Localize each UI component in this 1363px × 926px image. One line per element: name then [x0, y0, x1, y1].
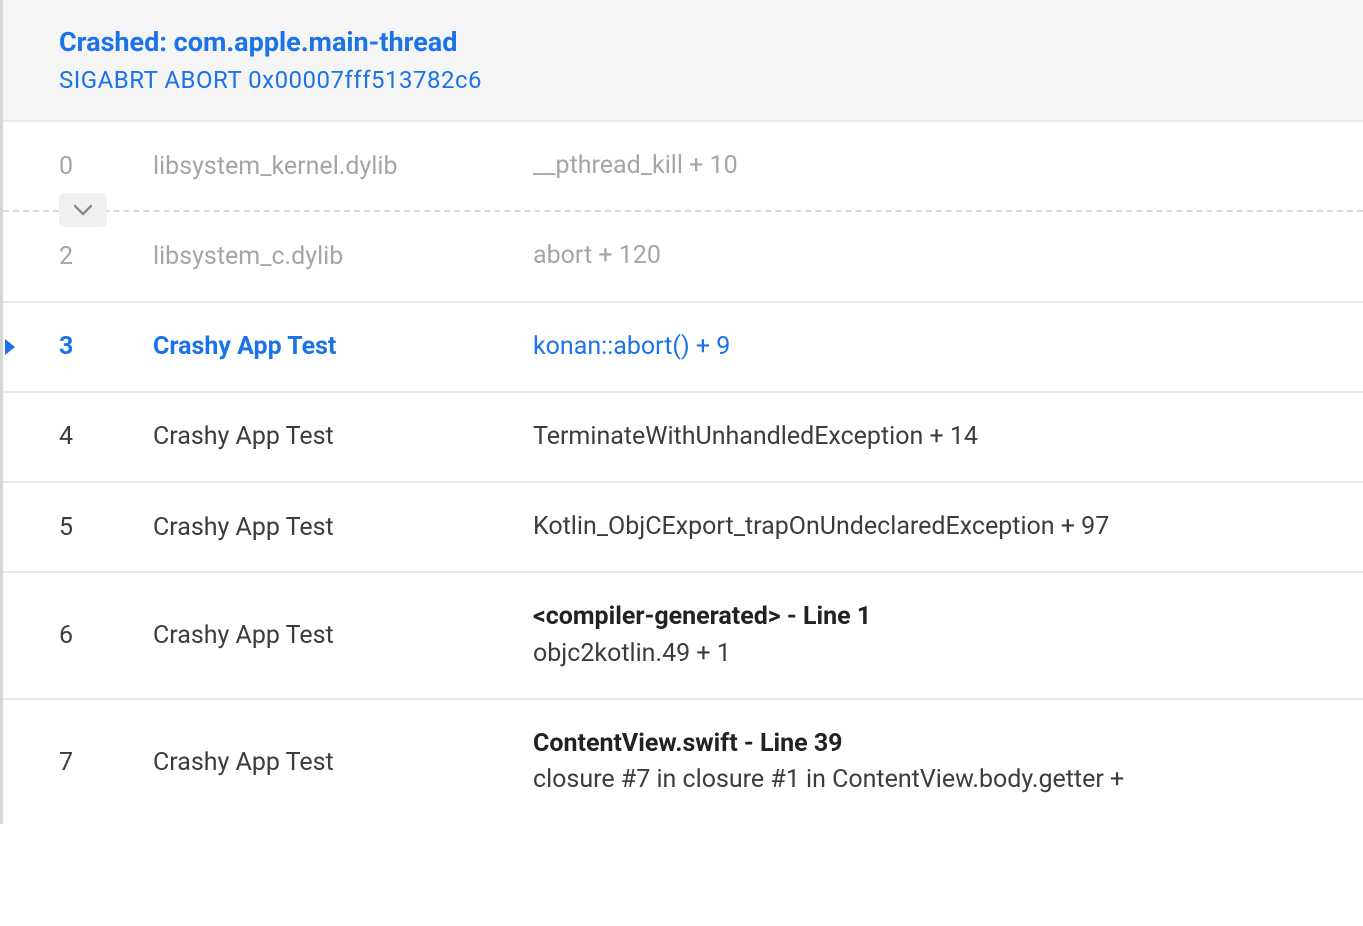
frame-index: 7	[23, 748, 153, 777]
stack-frame-row[interactable]: 7 Crashy App Test ContentView.swift - Li…	[3, 700, 1363, 825]
frame-index: 0	[23, 152, 153, 181]
frame-index: 4	[23, 422, 153, 451]
frame-symbol: __pthread_kill + 10	[533, 148, 1363, 184]
active-frame-caret-icon	[3, 337, 17, 357]
stack-frame-row[interactable]: 4 Crashy App Test TerminateWithUnhandled…	[3, 393, 1363, 483]
stack-frame-row[interactable]: 6 Crashy App Test <compiler-generated> -…	[3, 573, 1363, 700]
stack-frame-row[interactable]: 5 Crashy App Test Kotlin_ObjCExport_trap…	[3, 483, 1363, 573]
frame-source-location: <compiler-generated> - Line 1	[533, 599, 1363, 635]
expand-collapsed-frames-button[interactable]	[59, 193, 107, 227]
frame-module: Crashy App Test	[153, 422, 533, 451]
frame-symbol: konan::abort() + 9	[533, 329, 1363, 365]
frame-index: 2	[23, 242, 153, 271]
frame-source-location: ContentView.swift - Line 39	[533, 726, 1363, 762]
crash-stack-panel: Crashed: com.apple.main-thread SIGABRT A…	[0, 0, 1363, 824]
frame-index: 3	[23, 332, 153, 361]
frame-symbol: closure #7 in closure #1 in ContentView.…	[533, 762, 1363, 798]
stack-frame-row-active[interactable]: 3 Crashy App Test konan::abort() + 9	[3, 303, 1363, 393]
frame-symbol-block: <compiler-generated> - Line 1 objc2kotli…	[533, 599, 1363, 672]
frame-index: 5	[23, 513, 153, 542]
stack-frames-list: 0 libsystem_kernel.dylib __pthread_kill …	[3, 122, 1363, 824]
frame-index: 6	[23, 621, 153, 650]
frame-symbol-block: ContentView.swift - Line 39 closure #7 i…	[533, 726, 1363, 799]
frame-module: libsystem_kernel.dylib	[153, 152, 533, 181]
frame-module: Crashy App Test	[153, 621, 533, 650]
frame-symbol: TerminateWithUnhandledException + 14	[533, 419, 1363, 455]
frame-indicator	[3, 337, 23, 357]
frame-module: Crashy App Test	[153, 748, 533, 777]
stack-frame-row[interactable]: 0 libsystem_kernel.dylib __pthread_kill …	[3, 122, 1363, 210]
frame-module: libsystem_c.dylib	[153, 242, 533, 271]
frame-module: Crashy App Test	[153, 332, 533, 361]
crash-signal: SIGABRT ABORT 0x00007fff513782c6	[59, 66, 1307, 94]
crash-thread-title: Crashed: com.apple.main-thread	[59, 26, 1307, 58]
chevron-down-icon	[74, 204, 92, 216]
crash-header: Crashed: com.apple.main-thread SIGABRT A…	[3, 0, 1363, 122]
frame-symbol: objc2kotlin.49 + 1	[533, 636, 1363, 672]
frame-module: Crashy App Test	[153, 513, 533, 542]
frame-symbol: abort + 120	[533, 238, 1363, 274]
stack-frame-row[interactable]: 2 libsystem_c.dylib abort + 120	[3, 212, 1363, 302]
frame-symbol: Kotlin_ObjCExport_trapOnUndeclaredExcept…	[533, 509, 1363, 545]
